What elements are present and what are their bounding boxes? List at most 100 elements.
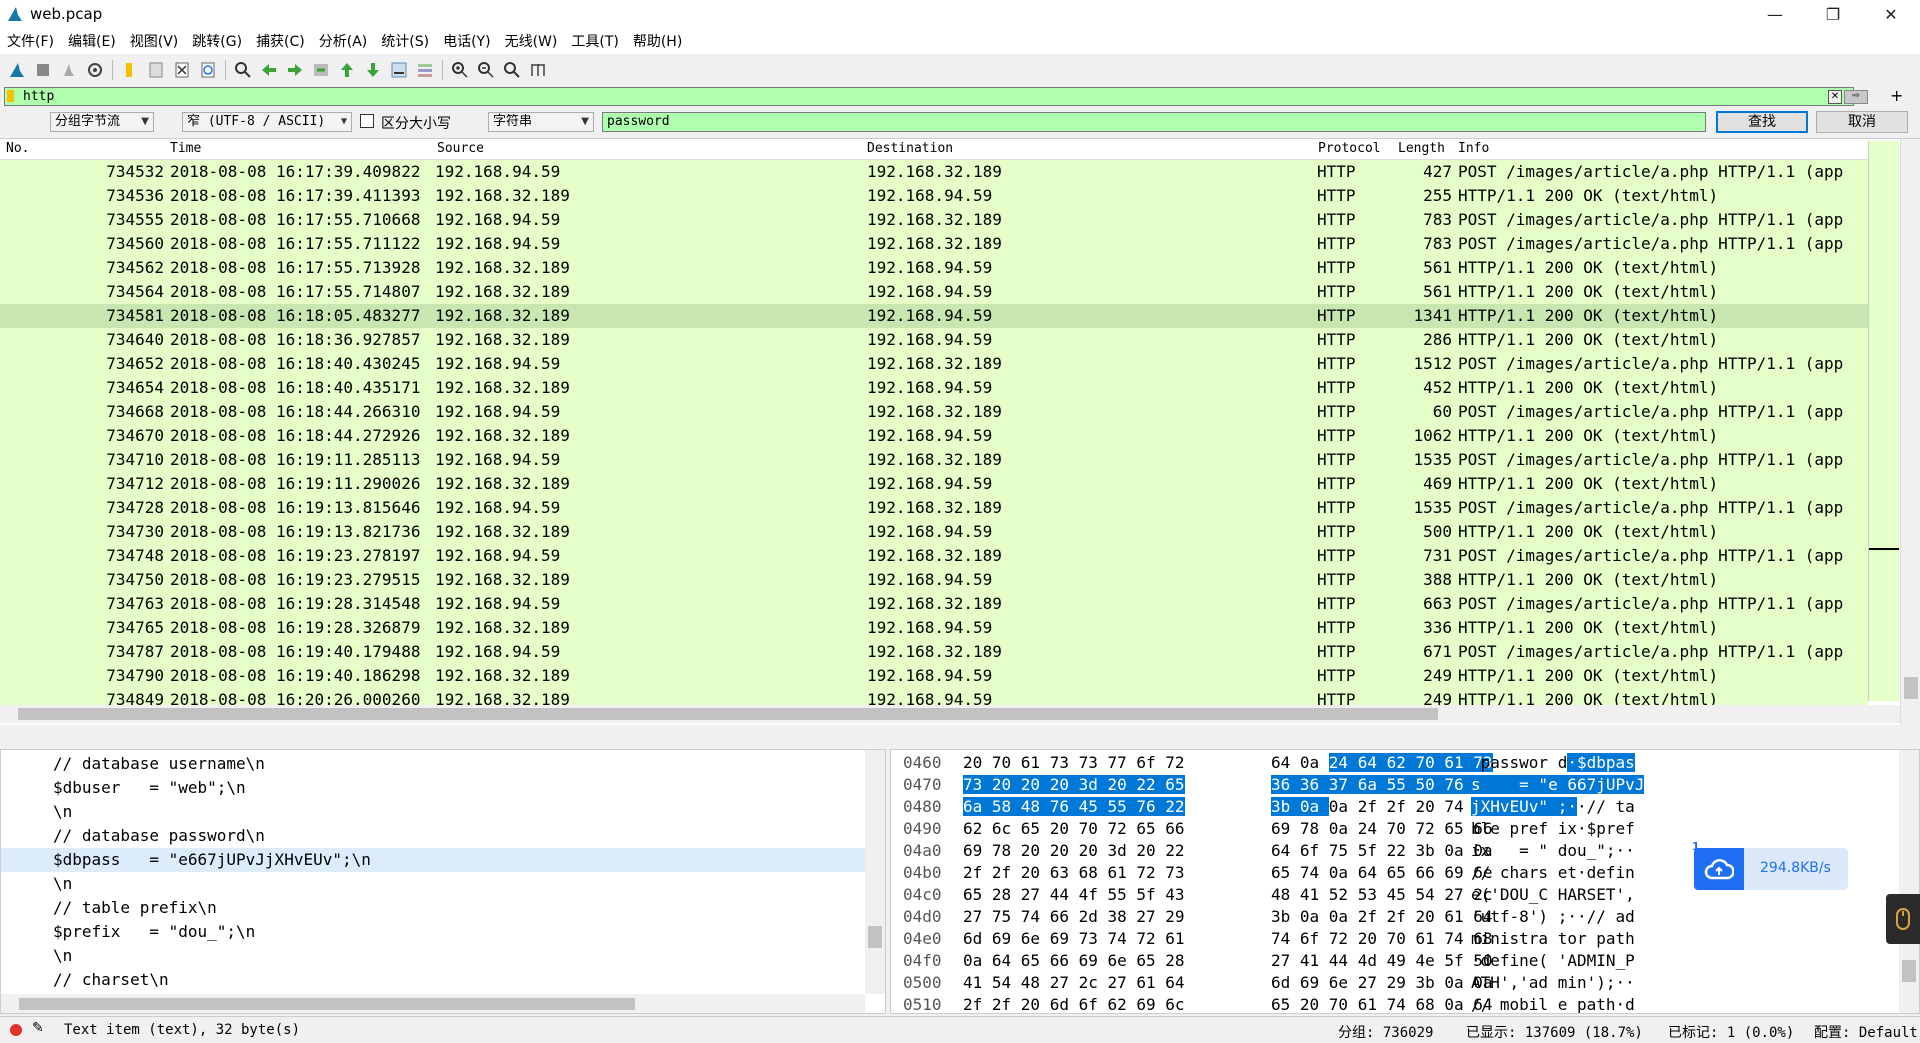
network-speed-widget[interactable]: 294.8KB/s <box>1694 848 1848 890</box>
find-button[interactable]: 查找 <box>1716 111 1808 133</box>
edit-comment-icon[interactable]: ✎ <box>32 1020 44 1036</box>
col-time[interactable]: Time <box>170 141 201 156</box>
find-packet-icon[interactable] <box>232 59 254 81</box>
case-sensitive-checkbox[interactable] <box>360 114 374 128</box>
minimize-button[interactable]: — <box>1746 0 1804 28</box>
packet-row[interactable]: 734750 2018-08-08 16:19:23.279515 192.168.… <box>0 568 1868 592</box>
bytes-row[interactable]: 0490 62 6c 65 20 70 72 65 66 69 78 0a 24 7… <box>891 818 1919 840</box>
maximize-button[interactable]: ❐ <box>1804 0 1862 28</box>
go-forward-icon[interactable] <box>284 59 306 81</box>
bytes-row[interactable]: 04e0 6d 69 6e 69 73 74 72 61 74 6f 72 20 7… <box>891 928 1919 950</box>
filter-apply-icon[interactable]: ⇨ <box>1844 90 1868 104</box>
filter-add-button[interactable]: + <box>1890 86 1903 105</box>
bytes-row[interactable]: 04d0 27 75 74 66 2d 38 27 29 3b 0a 0a 2f 2… <box>891 906 1919 928</box>
go-to-packet-icon[interactable] <box>310 59 332 81</box>
packet-row[interactable]: 734787 2018-08-08 16:19:40.179488 192.168.… <box>0 640 1868 664</box>
go-back-icon[interactable] <box>258 59 280 81</box>
search-type-select[interactable]: 字符串 ▼ <box>488 112 594 132</box>
scroll-thumb[interactable] <box>1902 960 1916 982</box>
reload-file-icon[interactable] <box>197 59 219 81</box>
packet-row[interactable]: 734652 2018-08-08 16:18:40.430245 192.168.… <box>0 352 1868 376</box>
bytes-row[interactable]: 0500 41 54 48 27 2c 27 61 64 6d 69 6e 27 2… <box>891 972 1919 994</box>
close-button[interactable]: ✕ <box>1862 0 1920 28</box>
display-filter-input[interactable]: http <box>4 87 1854 106</box>
side-mouse-icon[interactable] <box>1886 894 1920 944</box>
col-source[interactable]: Source <box>437 141 484 156</box>
open-file-icon[interactable] <box>119 59 141 81</box>
close-file-icon[interactable] <box>171 59 193 81</box>
menu-telephony[interactable]: 电话(Y) <box>436 31 497 51</box>
resize-columns-icon[interactable] <box>527 59 549 81</box>
cancel-button[interactable]: 取消 <box>1816 111 1908 133</box>
charset-select[interactable]: 窄 (UTF-8 / ASCII) ▼ <box>182 112 352 132</box>
col-info[interactable]: Info <box>1458 141 1489 156</box>
filter-bookmark-icon[interactable] <box>7 90 14 102</box>
detail-line[interactable]: // database username\n <box>1 752 885 776</box>
packet-row[interactable]: 734562 2018-08-08 16:17:55.713928 192.168.… <box>0 256 1868 280</box>
packet-minimap[interactable] <box>1868 141 1899 708</box>
detail-line[interactable]: $dbpass = "e667jUPvJjXHvEUv";\n <box>1 848 885 872</box>
detail-line[interactable]: \n <box>1 800 885 824</box>
packet-list-vscroll[interactable] <box>1900 139 1920 725</box>
menu-statistics[interactable]: 统计(S) <box>374 31 436 51</box>
menu-file[interactable]: 文件(F) <box>0 31 61 51</box>
packet-row[interactable]: 734532 2018-08-08 16:17:39.409822 192.168.… <box>0 160 1868 184</box>
col-destination[interactable]: Destination <box>867 141 953 156</box>
restart-capture-icon[interactable] <box>58 59 80 81</box>
capture-options-icon[interactable] <box>84 59 106 81</box>
menu-wireless[interactable]: 无线(W) <box>498 31 565 51</box>
detail-line[interactable]: \n <box>1 944 885 968</box>
scroll-thumb[interactable] <box>868 926 882 948</box>
packet-row[interactable]: 734560 2018-08-08 16:17:55.711122 192.168.… <box>0 232 1868 256</box>
scroll-thumb[interactable] <box>19 998 635 1010</box>
detail-line[interactable]: // database password\n <box>1 824 885 848</box>
packet-row[interactable]: 734555 2018-08-08 16:17:55.710668 192.168.… <box>0 208 1868 232</box>
packet-row[interactable]: 734668 2018-08-08 16:18:44.266310 192.168.… <box>0 400 1868 424</box>
bytes-row[interactable]: 0510 2f 2f 20 6d 6f 62 69 6c 65 20 70 61 7… <box>891 994 1919 1013</box>
detail-line[interactable]: $prefix = "dou_";\n <box>1 920 885 944</box>
search-in-select[interactable]: 分组字节流 ▼ <box>50 112 154 132</box>
find-input[interactable]: password <box>602 112 1706 132</box>
menu-go[interactable]: 跳转(G) <box>185 31 249 51</box>
go-first-icon[interactable] <box>336 59 358 81</box>
bytes-row[interactable]: 0480 6a 58 48 76 45 55 76 22 3b 0a 0a 2f 2… <box>891 796 1919 818</box>
packet-row[interactable]: 734654 2018-08-08 16:18:40.435171 192.168.… <box>0 376 1868 400</box>
packet-row[interactable]: 734763 2018-08-08 16:19:28.314548 192.168.… <box>0 592 1868 616</box>
menu-capture[interactable]: 捕获(C) <box>249 31 312 51</box>
filter-clear-icon[interactable]: ✕ <box>1828 90 1842 104</box>
start-capture-icon[interactable] <box>6 59 28 81</box>
bytes-row[interactable]: 0470 73 20 20 20 3d 20 22 65 36 36 37 6a 5… <box>891 774 1919 796</box>
packet-row[interactable]: 734765 2018-08-08 16:19:28.326879 192.168.… <box>0 616 1868 640</box>
menu-view[interactable]: 视图(V) <box>123 31 186 51</box>
menu-analyze[interactable]: 分析(A) <box>312 31 375 51</box>
packet-row[interactable]: 734581 2018-08-08 16:18:05.483277 192.168.… <box>0 304 1868 328</box>
packet-row[interactable]: 734536 2018-08-08 16:17:39.411393 192.168.… <box>0 184 1868 208</box>
scroll-thumb[interactable] <box>18 708 1438 720</box>
packet-row[interactable]: 734564 2018-08-08 16:17:55.714807 192.168.… <box>0 280 1868 304</box>
expert-info-icon[interactable] <box>10 1024 22 1036</box>
menu-tools[interactable]: 工具(T) <box>564 31 625 51</box>
packet-list-hscroll[interactable] <box>0 705 1900 723</box>
packet-row[interactable]: 734728 2018-08-08 16:19:13.815646 192.168.… <box>0 496 1868 520</box>
packet-row[interactable]: 734790 2018-08-08 16:19:40.186298 192.168.… <box>0 664 1868 688</box>
autoscroll-icon[interactable] <box>388 59 410 81</box>
bytes-vscroll[interactable] <box>1899 750 1919 1013</box>
detail-line[interactable]: // charset\n <box>1 968 885 992</box>
zoom-out-icon[interactable] <box>475 59 497 81</box>
stop-capture-icon[interactable] <box>32 59 54 81</box>
zoom-in-icon[interactable] <box>449 59 471 81</box>
col-protocol[interactable]: Protocol <box>1318 141 1381 156</box>
bytes-row[interactable]: 04f0 0a 64 65 66 69 6e 65 28 27 41 44 4d 4… <box>891 950 1919 972</box>
detail-line[interactable]: $dbuser = "web";\n <box>1 776 885 800</box>
col-no[interactable]: No. <box>6 141 29 156</box>
detail-line[interactable]: // table prefix\n <box>1 896 885 920</box>
menu-edit[interactable]: 编辑(E) <box>61 31 123 51</box>
menu-help[interactable]: 帮助(H) <box>626 31 689 51</box>
bytes-row[interactable]: 0460 20 70 61 73 73 77 6f 72 64 0a 24 64 6… <box>891 752 1919 774</box>
packet-row[interactable]: 734712 2018-08-08 16:19:11.290026 192.168.… <box>0 472 1868 496</box>
col-length[interactable]: Length <box>1398 141 1445 156</box>
save-file-icon[interactable] <box>145 59 167 81</box>
packet-row[interactable]: 734748 2018-08-08 16:19:23.278197 192.168.… <box>0 544 1868 568</box>
zoom-reset-icon[interactable] <box>501 59 523 81</box>
detail-line[interactable]: \n <box>1 872 885 896</box>
